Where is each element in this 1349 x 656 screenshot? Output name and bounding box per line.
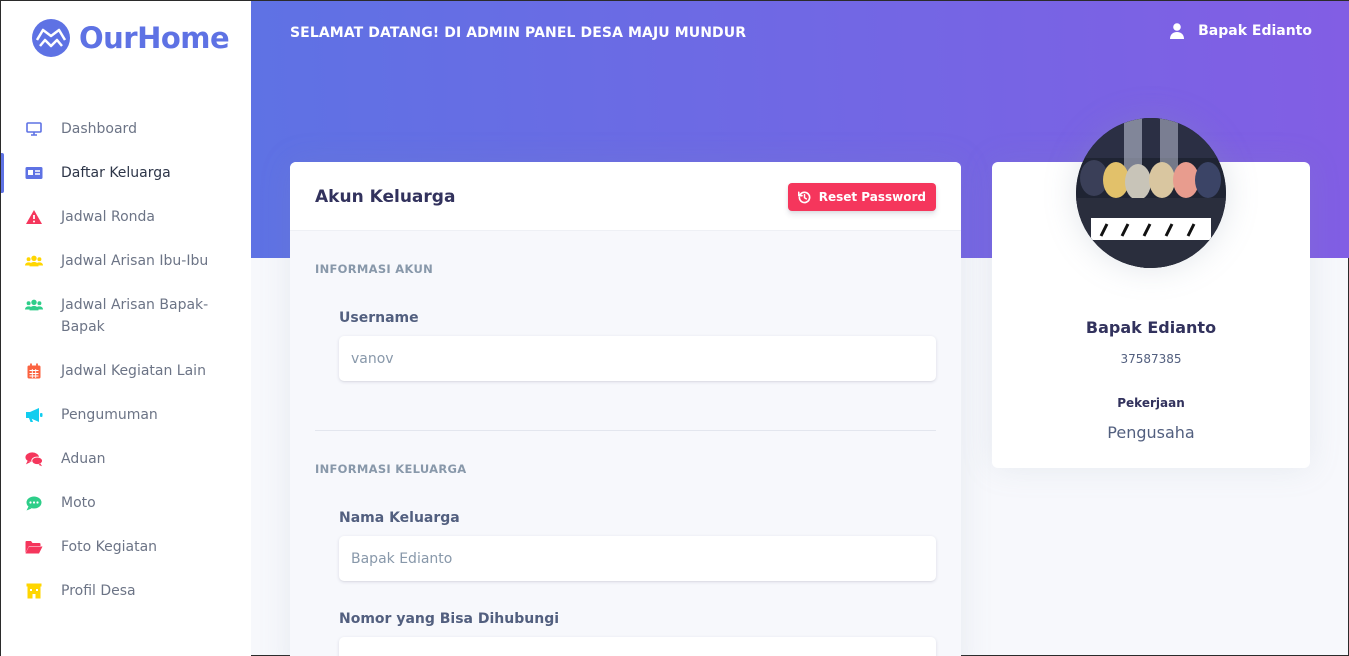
sidebar-item-profil-desa[interactable]: Profil Desa (1, 569, 251, 613)
profile-job: Pengusaha (1107, 423, 1195, 442)
account-card: Akun Keluarga Reset Password INFORMASI A… (290, 162, 961, 656)
reset-password-label: Reset Password (818, 190, 926, 204)
family-name-input[interactable] (339, 536, 936, 581)
card-title: Akun Keluarga (315, 187, 456, 207)
sidebar-item-label: Moto (61, 495, 96, 511)
username-input[interactable] (339, 336, 936, 381)
history-icon (797, 190, 811, 203)
monitor-icon (25, 118, 43, 140)
avatar (1076, 118, 1226, 268)
sidebar-item-daftar-keluarga[interactable]: Daftar Keluarga (1, 151, 251, 195)
sidebar-item-jadwal-arisan-ibu[interactable]: Jadwal Arisan Ibu-Ibu (1, 239, 251, 283)
sidebar-item-moto[interactable]: Moto (1, 481, 251, 525)
comments-icon (25, 448, 43, 470)
brand-name: OurHome (79, 21, 230, 55)
sidebar-item-dashboard[interactable]: Dashboard (1, 107, 251, 151)
folder-open-icon (25, 536, 43, 558)
sidebar: OurHome Dashboard Daftar Keluarga Jadwal… (1, 1, 251, 656)
avatar-image (1076, 118, 1226, 268)
megaphone-icon (25, 404, 43, 426)
profile-id-number: 37587385 (1120, 352, 1182, 366)
users-icon (25, 250, 43, 272)
sidebar-item-foto-kegiatan[interactable]: Foto Kegiatan (1, 525, 251, 569)
brand-logo-link[interactable]: OurHome (31, 17, 230, 59)
sidebar-item-label: Foto Kegiatan (61, 539, 158, 555)
sidebar-item-pengumuman[interactable]: Pengumuman (1, 393, 251, 437)
user-menu[interactable]: Bapak Edianto (1170, 23, 1312, 39)
phone-label: Nomor yang Bisa Dihubungi (339, 611, 560, 627)
sidebar-item-jadwal-arisan-bapak[interactable]: Jadwal Arisan Bapak-Bapak (1, 283, 251, 349)
sidebar-item-label: Jadwal Kegiatan Lain (61, 363, 206, 379)
section-divider (315, 430, 936, 431)
sidebar-item-label: Aduan (61, 451, 106, 467)
card-header: Akun Keluarga Reset Password (290, 162, 961, 231)
sidebar-nav: Dashboard Daftar Keluarga Jadwal Ronda J… (1, 107, 251, 613)
sidebar-item-label: Pengumuman (61, 407, 158, 423)
id-card-icon (25, 162, 43, 184)
sidebar-item-label: Jadwal Arisan Ibu-Ibu (61, 253, 209, 269)
sidebar-item-label: Jadwal Arisan Bapak-Bapak (61, 297, 209, 335)
sidebar-item-aduan[interactable]: Aduan (1, 437, 251, 481)
house-logo-icon (32, 19, 70, 57)
warning-icon (25, 206, 43, 228)
section-heading-account: INFORMASI AKUN (315, 262, 434, 276)
user-icon (1170, 23, 1185, 39)
sidebar-item-jadwal-kegiatan-lain[interactable]: Jadwal Kegiatan Lain (1, 349, 251, 393)
calendar-icon (25, 360, 43, 382)
user-name: Bapak Edianto (1198, 23, 1312, 39)
sidebar-item-label: Daftar Keluarga (61, 165, 171, 181)
sidebar-item-jadwal-ronda[interactable]: Jadwal Ronda (1, 195, 251, 239)
username-label: Username (339, 310, 419, 326)
building-icon (25, 580, 43, 602)
comment-dots-icon (25, 492, 43, 514)
sidebar-item-label: Dashboard (61, 121, 137, 137)
section-heading-family: INFORMASI KELUARGA (315, 462, 467, 476)
profile-job-label: Pekerjaan (1117, 396, 1185, 410)
reset-password-button[interactable]: Reset Password (787, 183, 936, 211)
sidebar-item-label: Profil Desa (61, 583, 136, 599)
welcome-text: SELAMAT DATANG! DI ADMIN PANEL DESA MAJU… (290, 25, 747, 41)
family-name-label: Nama Keluarga (339, 510, 460, 526)
sidebar-item-label: Jadwal Ronda (61, 209, 155, 225)
profile-name: Bapak Edianto (1085, 318, 1217, 337)
users-icon (25, 294, 43, 316)
phone-input[interactable] (339, 637, 936, 656)
